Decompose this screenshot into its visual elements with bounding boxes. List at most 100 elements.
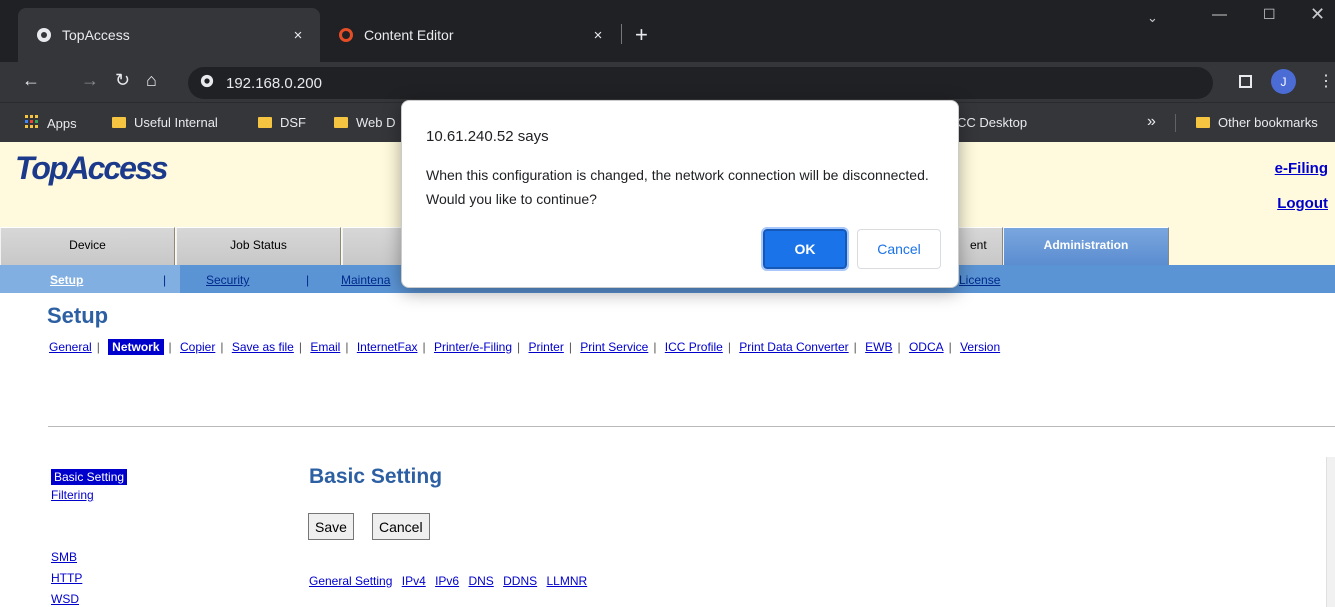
confirm-dialog: 10.61.240.52 says When this configuratio… xyxy=(401,100,959,288)
tab-content-editor[interactable]: Content Editor × xyxy=(320,8,620,62)
forward-icon[interactable]: → xyxy=(81,70,99,91)
cancel-button[interactable]: Cancel xyxy=(372,513,430,540)
subnav-setup[interactable]: Setup xyxy=(50,273,83,287)
setup-nav-icc-profile[interactable]: ICC Profile xyxy=(665,340,723,354)
bookmark-label: CC Desktop xyxy=(957,115,1028,130)
setup-nav-printer-efiling[interactable]: Printer/e-Filing xyxy=(434,340,512,354)
side-panel-icon[interactable] xyxy=(1239,75,1252,88)
nav-separator: | xyxy=(897,340,901,354)
back-icon[interactable]: ← xyxy=(22,70,40,91)
section-nav-llmnr[interactable]: LLMNR xyxy=(547,574,588,588)
tab-title: TopAccess xyxy=(62,27,130,43)
side-nav-wsd[interactable]: WSD xyxy=(51,592,79,606)
close-tab-icon[interactable]: × xyxy=(586,27,610,44)
bookmark-dsf[interactable]: DSF xyxy=(258,115,306,130)
tab-job-status[interactable]: Job Status xyxy=(176,227,341,265)
side-nav-http[interactable]: HTTP xyxy=(51,571,82,585)
reload-icon[interactable]: ↻ xyxy=(115,70,130,91)
tab-device[interactable]: Device xyxy=(0,227,175,265)
bookmarks-overflow-icon[interactable]: » xyxy=(1147,113,1156,131)
nav-separator: | xyxy=(96,340,100,354)
tab-strip: TopAccess × Content Editor × + ⌄ — ☐ ✕ xyxy=(0,0,1335,62)
bookmark-cc-desktop[interactable]: CC Desktop xyxy=(957,115,1027,130)
nav-separator: | xyxy=(298,340,302,354)
tab-administration[interactable]: Administration xyxy=(1003,227,1169,265)
globe-icon xyxy=(36,27,52,43)
setup-nav-email[interactable]: Email xyxy=(310,340,340,354)
home-icon[interactable]: ⌂ xyxy=(146,70,157,91)
setup-navigation: General | Network | Copier | Save as file | … xyxy=(49,339,1000,355)
bookmark-label: Web D xyxy=(356,115,396,130)
browser-window: TopAccess × Content Editor × + ⌄ — ☐ ✕ ←… xyxy=(0,0,1335,607)
setup-nav-version[interactable]: Version xyxy=(960,340,1000,354)
folder-icon xyxy=(112,117,126,128)
side-nav-filtering[interactable]: Filtering xyxy=(51,488,94,502)
menu-icon[interactable]: ⋮ xyxy=(1318,71,1334,91)
setup-nav-general[interactable]: General xyxy=(49,340,92,354)
address-bar[interactable]: 192.168.0.200 xyxy=(188,67,1213,99)
bookmark-label: Useful Internal xyxy=(134,115,218,130)
tab-topaccess[interactable]: TopAccess × xyxy=(18,8,320,62)
section-nav-ipv6[interactable]: IPv6 xyxy=(435,574,459,588)
bookmark-web[interactable]: Web D xyxy=(334,115,396,130)
side-nav-smb[interactable]: SMB xyxy=(51,550,77,564)
subnav-separator: | xyxy=(163,273,167,287)
nav-separator: | xyxy=(853,340,857,354)
dialog-title: 10.61.240.52 says xyxy=(426,128,549,145)
section-nav-ipv4[interactable]: IPv4 xyxy=(402,574,426,588)
dialog-cancel-button[interactable]: Cancel xyxy=(857,229,941,269)
folder-icon xyxy=(1196,117,1210,128)
section-nav-ddns[interactable]: DDNS xyxy=(503,574,537,588)
bookmark-useful-internal[interactable]: Useful Internal xyxy=(112,115,218,130)
bookmark-other[interactable]: Other bookmarks xyxy=(1196,115,1318,130)
nav-separator: | xyxy=(220,340,224,354)
tab-divider xyxy=(621,24,622,44)
folder-icon xyxy=(334,117,348,128)
setup-nav-odca[interactable]: ODCA xyxy=(909,340,944,354)
section-title: Basic Setting xyxy=(309,465,443,488)
setup-nav-ewb[interactable]: EWB xyxy=(865,340,892,354)
bookmark-label: Other bookmarks xyxy=(1218,115,1318,130)
setup-nav-internetfax[interactable]: InternetFax xyxy=(357,340,418,354)
subnav-license[interactable]: License xyxy=(959,273,1000,287)
site-info-icon[interactable] xyxy=(200,74,214,92)
setup-nav-print-data-converter[interactable]: Print Data Converter xyxy=(739,340,848,354)
new-tab-button[interactable]: + xyxy=(635,22,648,48)
bookmark-apps[interactable]: Apps xyxy=(25,115,77,132)
page-title: Setup xyxy=(47,303,109,328)
nav-separator: | xyxy=(727,340,731,354)
tab-search-icon[interactable]: ⌄ xyxy=(1147,10,1158,26)
save-button[interactable]: Save xyxy=(308,513,354,540)
topaccess-logo: TopAccess xyxy=(15,150,169,186)
nav-separator: | xyxy=(653,340,657,354)
profile-avatar[interactable]: J xyxy=(1271,69,1296,94)
setup-nav-copier[interactable]: Copier xyxy=(180,340,215,354)
subnav-separator: | xyxy=(306,273,310,287)
bookmark-label: DSF xyxy=(280,115,306,130)
apps-grid-icon xyxy=(25,115,39,132)
frame-scrollbar[interactable] xyxy=(1326,457,1335,607)
dialog-message: When this configuration is changed, the … xyxy=(426,167,929,207)
section-navigation: General Setting IPv4 IPv6 DNS DDNS LLMNR xyxy=(309,574,593,588)
setup-nav-print-service[interactable]: Print Service xyxy=(580,340,648,354)
efiling-link[interactable]: e-Filing xyxy=(1275,160,1328,177)
subnav-security[interactable]: Security xyxy=(206,273,249,287)
side-nav-basic-setting[interactable]: Basic Setting xyxy=(51,469,128,485)
setup-nav-save-as-file[interactable]: Save as file xyxy=(232,340,294,354)
close-window-icon[interactable]: ✕ xyxy=(1310,4,1325,25)
maximize-icon[interactable]: ☐ xyxy=(1263,6,1276,23)
nav-separator: | xyxy=(948,340,952,354)
close-tab-icon[interactable]: × xyxy=(286,27,310,44)
minimize-icon[interactable]: — xyxy=(1212,6,1227,23)
nav-separator: | xyxy=(422,340,426,354)
subnav-highlight xyxy=(0,265,180,293)
logout-link[interactable]: Logout xyxy=(1277,195,1328,212)
content-editor-icon xyxy=(338,27,354,43)
ok-button[interactable]: OK xyxy=(761,227,849,271)
setup-nav-printer[interactable]: Printer xyxy=(528,340,563,354)
setup-nav-network[interactable]: Network xyxy=(108,339,164,355)
section-nav-dns[interactable]: DNS xyxy=(468,574,493,588)
section-nav-general-setting[interactable]: General Setting xyxy=(309,574,392,588)
tab-management[interactable]: ent xyxy=(955,227,1003,265)
subnav-maintenance[interactable]: Maintena xyxy=(341,273,390,287)
